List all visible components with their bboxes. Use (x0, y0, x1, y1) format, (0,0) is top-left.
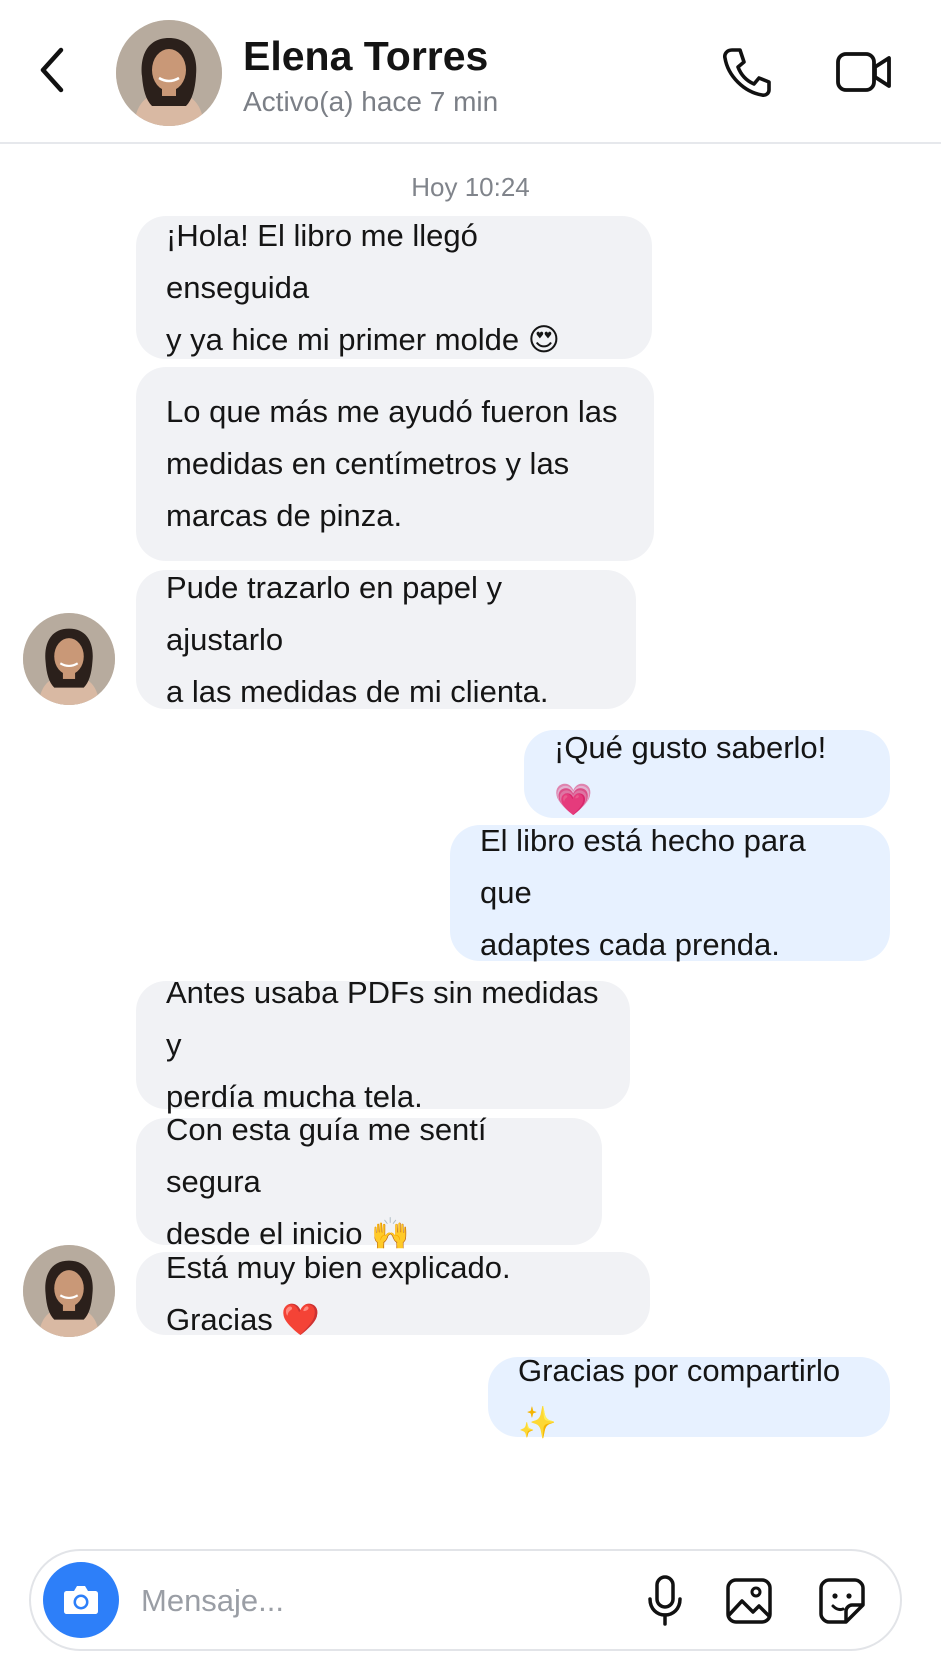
message-line: Gracias por compartirlo ✨ (518, 1353, 841, 1440)
video-call-button[interactable] (832, 44, 896, 100)
conversation-timestamp: Hoy 10:24 (411, 172, 530, 202)
sticker-button[interactable] (811, 1571, 873, 1631)
activity-status: Activo(a) hace 7 min (243, 86, 499, 117)
incoming-message[interactable]: Está muy bien explicado. Gracias ❤️ (136, 1250, 650, 1337)
voice-call-button[interactable] (716, 42, 776, 102)
gallery-button[interactable] (717, 1571, 781, 1631)
message-line: Está muy bien explicado. Gracias ❤️ (166, 1249, 511, 1337)
message-composer (29, 1549, 902, 1651)
incoming-message[interactable]: Lo que más me ayudó fueron las medidas e… (136, 367, 654, 561)
contact-name[interactable]: Elena Torres (243, 33, 488, 80)
camera-button[interactable] (43, 1562, 119, 1638)
outgoing-message[interactable]: El libro está hecho para que adaptes cad… (450, 823, 890, 962)
outgoing-message[interactable]: ¡Qué gusto saberlo! 💗 (524, 730, 890, 818)
video-camera-icon (836, 52, 891, 92)
message-line: a las medidas de mi clienta. (166, 673, 549, 709)
camera-icon (64, 1586, 98, 1614)
incoming-message[interactable]: Con esta guía me sentí segura desde el i… (136, 1112, 602, 1251)
phone-icon (723, 48, 771, 97)
contact-avatar[interactable] (116, 20, 222, 126)
incoming-message[interactable]: ¡Hola! El libro me llegó enseguida y ya … (136, 216, 652, 359)
voice-message-button[interactable] (635, 1571, 695, 1631)
outgoing-message[interactable]: Gracias por compartirlo ✨ (488, 1353, 890, 1440)
sender-avatar (23, 1245, 115, 1337)
message-line: Lo que más me ayudó fueron las (166, 394, 618, 429)
message-line: marcas de pinza. (166, 498, 403, 533)
incoming-message[interactable]: Antes usaba PDFs sin medidas y perdía mu… (136, 975, 630, 1114)
message-line: ¡Qué gusto saberlo! 💗 (554, 730, 827, 817)
message-line: El libro está hecho para que (480, 823, 806, 910)
chevron-left-icon (40, 47, 64, 93)
chat-header: Elena Torres Activo(a) hace 7 min (0, 0, 941, 144)
message-line: medidas en centímetros y las (166, 446, 570, 481)
message-line: y ya hice mi primer molde 😍 (166, 321, 561, 357)
back-button[interactable] (30, 40, 74, 100)
message-line: ¡Hola! El libro me llegó enseguida (166, 217, 478, 305)
sender-avatar (23, 613, 115, 705)
incoming-message[interactable]: Pude trazarlo en papel y ajustarlo a las… (136, 570, 636, 709)
image-icon (726, 1578, 772, 1624)
message-line: Antes usaba PDFs sin medidas y (166, 975, 599, 1062)
message-line: Con esta guía me sentí segura (166, 1111, 487, 1199)
message-input[interactable] (141, 1573, 561, 1629)
sticker-icon (819, 1578, 865, 1624)
message-line: Pude trazarlo en papel y ajustarlo (166, 569, 503, 657)
message-line: adaptes cada prenda. (480, 927, 780, 962)
microphone-icon (648, 1575, 682, 1626)
